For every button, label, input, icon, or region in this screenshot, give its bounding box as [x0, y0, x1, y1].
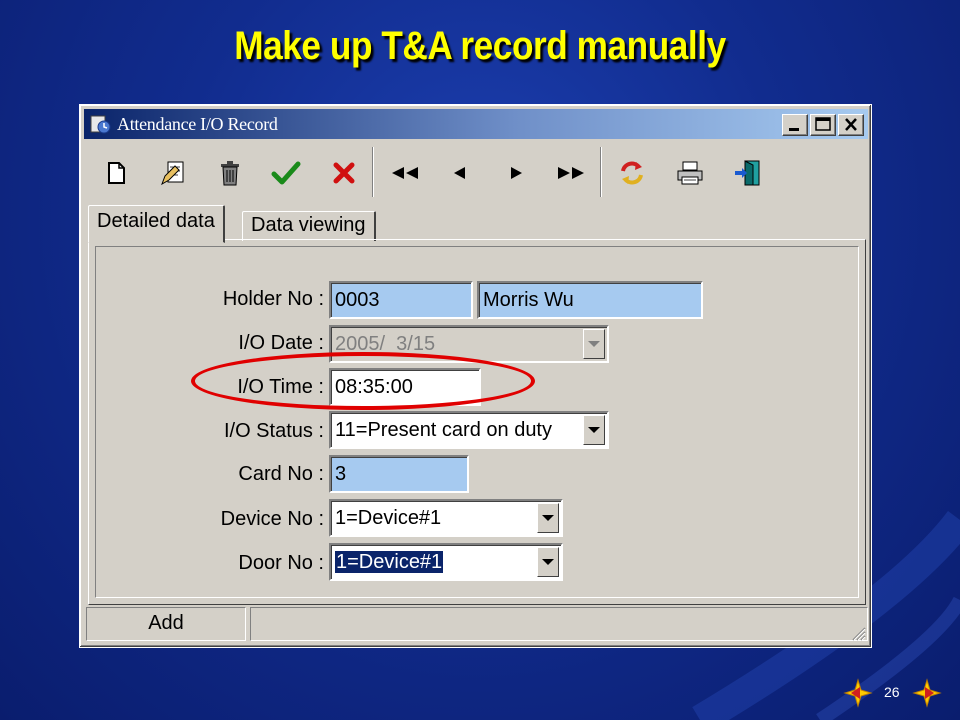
- status-panel: [250, 607, 868, 641]
- holder-no-label: Holder No :: [222, 288, 324, 310]
- app-icon: [90, 113, 112, 135]
- printer-icon: [677, 161, 703, 185]
- previous-record-button[interactable]: [440, 153, 480, 193]
- resize-grip-icon[interactable]: [848, 623, 866, 641]
- next-slide-icon[interactable]: [912, 678, 942, 708]
- first-record-icon: [392, 167, 418, 179]
- checkmark-icon: [271, 161, 301, 185]
- minimize-button[interactable]: [782, 114, 808, 136]
- trash-icon: [221, 161, 239, 186]
- toolbar-separator: [372, 147, 374, 197]
- status-bar: Add: [86, 605, 868, 643]
- maximize-icon: [815, 117, 831, 131]
- status-mode: Add: [86, 607, 246, 641]
- io-time-highlight-annotation: [191, 352, 535, 410]
- door-no-value: 1=Device#1: [335, 551, 444, 573]
- edit-button[interactable]: [154, 153, 194, 193]
- holder-name-field[interactable]: Morris Wu: [477, 281, 703, 319]
- page-number: 26: [884, 684, 900, 700]
- last-record-button[interactable]: [552, 153, 592, 193]
- chevron-down-icon: [588, 341, 600, 347]
- save-button[interactable]: [266, 153, 306, 193]
- card-no-field[interactable]: 3: [329, 455, 469, 493]
- holder-no-field[interactable]: 0003: [329, 281, 473, 319]
- tab-data-viewing[interactable]: Data viewing: [242, 211, 376, 241]
- toolbar-separator: [600, 147, 602, 197]
- window-controls: [782, 114, 864, 136]
- maximize-button[interactable]: [810, 114, 836, 136]
- window-title: Attendance I/O Record: [117, 113, 278, 134]
- refresh-icon: [621, 161, 643, 185]
- door-no-label: Door No :: [238, 552, 324, 574]
- device-no-label: Device No :: [220, 508, 324, 530]
- next-record-button[interactable]: [496, 153, 536, 193]
- previous-slide-icon[interactable]: [843, 678, 873, 708]
- exit-button[interactable]: [728, 153, 768, 193]
- exit-icon: [735, 160, 760, 186]
- window-titlebar[interactable]: Attendance I/O Record: [84, 109, 868, 139]
- cancel-x-icon: [333, 162, 355, 184]
- device-no-dropdown-button[interactable]: [537, 503, 559, 533]
- edit-document-icon: [161, 161, 184, 186]
- cancel-button[interactable]: [324, 153, 364, 193]
- delete-button[interactable]: [210, 153, 250, 193]
- door-no-dropdown-button[interactable]: [537, 547, 559, 577]
- print-button[interactable]: [670, 153, 710, 193]
- io-status-select[interactable]: 11=Present card on duty: [329, 411, 609, 449]
- minimize-icon: [789, 128, 799, 131]
- next-record-icon: [511, 167, 522, 179]
- io-date-dropdown-button[interactable]: [583, 329, 605, 359]
- close-icon: [845, 118, 857, 131]
- door-no-select[interactable]: 1=Device#1: [329, 543, 563, 581]
- toolbar: [94, 145, 864, 199]
- new-button[interactable]: [96, 153, 136, 193]
- close-button[interactable]: [838, 114, 864, 136]
- refresh-button[interactable]: [612, 153, 652, 193]
- device-no-value: 1=Device#1: [335, 507, 442, 529]
- chevron-down-icon: [542, 559, 554, 565]
- io-status-dropdown-button[interactable]: [583, 415, 605, 445]
- new-document-icon: [108, 162, 125, 184]
- first-record-button[interactable]: [384, 153, 424, 193]
- io-status-value: 11=Present card on duty: [335, 419, 552, 441]
- slide-title: Make up T&A record manually: [234, 24, 726, 68]
- previous-record-icon: [454, 167, 465, 179]
- card-no-label: Card No :: [238, 463, 324, 485]
- io-date-label: I/O Date :: [238, 332, 324, 354]
- device-no-select[interactable]: 1=Device#1: [329, 499, 563, 537]
- tab-detailed-data[interactable]: Detailed data: [88, 205, 225, 243]
- last-record-icon: [558, 167, 584, 179]
- chevron-down-icon: [588, 427, 600, 433]
- io-status-label: I/O Status :: [223, 420, 324, 442]
- chevron-down-icon: [542, 515, 554, 521]
